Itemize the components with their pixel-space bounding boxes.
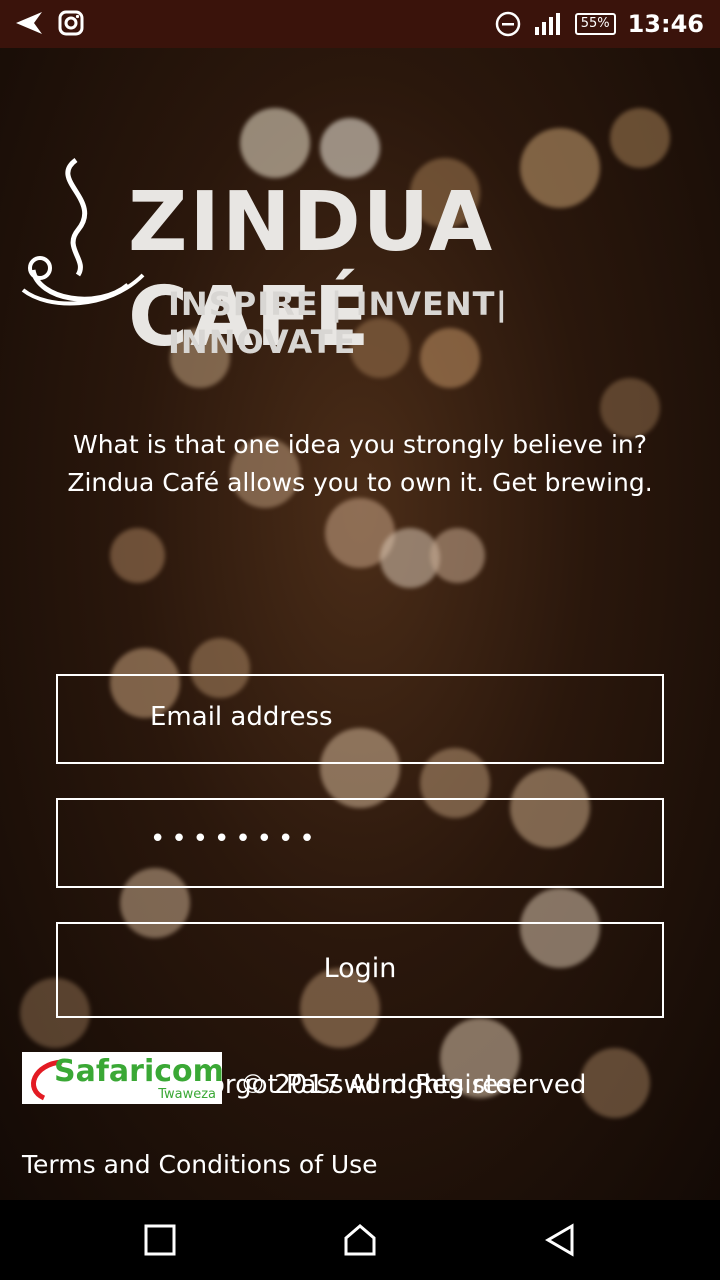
navigation-bar [0, 1200, 720, 1280]
intro-text: What is that one idea you strongly belie… [0, 426, 720, 502]
recents-icon[interactable] [142, 1222, 178, 1258]
email-field[interactable]: Email address [56, 674, 664, 764]
home-icon[interactable] [342, 1222, 378, 1258]
sponsor-name: Safaricom [54, 1054, 224, 1089]
login-button[interactable]: Login [56, 922, 664, 1018]
battery-indicator: 55% [574, 13, 616, 35]
signal-icon [534, 13, 560, 35]
sponsor-subtitle: Twaweza [158, 1087, 216, 1102]
send-icon [16, 12, 42, 34]
email-placeholder: Email address [150, 702, 333, 732]
back-icon[interactable] [542, 1222, 578, 1258]
safaricom-logo: Safaricom Twaweza [22, 1052, 224, 1104]
password-value: •••••••• [150, 824, 321, 854]
status-time: 13:46 [627, 10, 704, 38]
intro-line-2: Zindua Café allows you to own it. Get br… [67, 468, 653, 497]
copyright-text: © 2017 All rights reserved [240, 1070, 587, 1100]
status-bar: 55% 13:46 [0, 0, 720, 48]
zindua-cafe-logo: ZINDUA CAFÉ INSPIRE | INVENT| INNOVATE [18, 150, 708, 365]
register-link[interactable]: Register [415, 1070, 522, 1100]
intro-line-1: What is that one idea you strongly belie… [72, 430, 648, 459]
password-field[interactable]: •••••••• [56, 798, 664, 888]
instagram-icon [58, 10, 84, 36]
logo-tagline: INSPIRE | INVENT| INNOVATE [168, 285, 509, 361]
terms-link[interactable]: Terms and Conditions of Use [22, 1150, 378, 1179]
do-not-disturb-icon [495, 11, 520, 37]
